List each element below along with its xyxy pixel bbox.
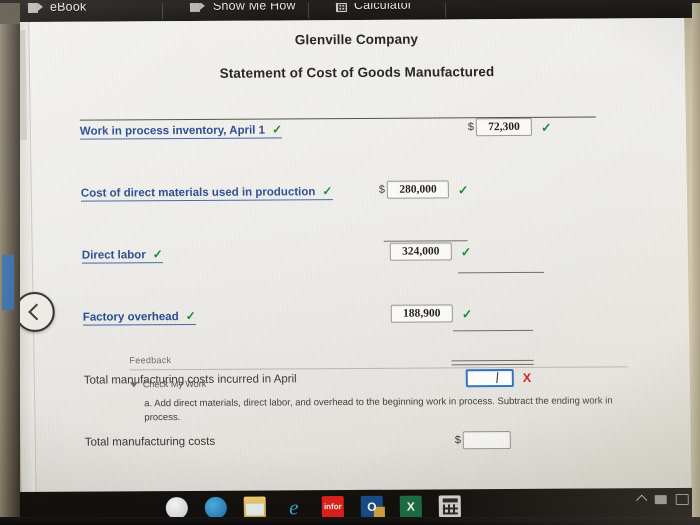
system-tray — [636, 493, 700, 506]
row-label-static: Total manufacturing costs — [84, 435, 216, 449]
row-label-text: Work in process inventory, April 1 — [79, 124, 266, 138]
screen-surface: eBook Show Me How Calculator Glenville C… — [0, 0, 700, 525]
cortana-icon[interactable] — [165, 496, 188, 520]
bezel-corner — [0, 0, 20, 24]
tab-ebook[interactable]: eBook — [14, 0, 101, 22]
table-row: Cost of direct materials used in product… — [57, 178, 618, 212]
internet-explorer-icon[interactable]: e — [283, 495, 305, 519]
table-row: Factory overhead ✓ 188,900 ✓ — [59, 302, 620, 336]
value-cell: $ 72,300 ✓ — [467, 117, 552, 137]
amount-input[interactable]: 324,000 — [389, 242, 452, 261]
value-cell: $ 280,000 ✓ — [379, 180, 469, 199]
row-label-text: Factory overhead — [82, 311, 179, 324]
amount-input[interactable]: 188,900 — [390, 304, 453, 323]
check-my-work-toggle[interactable]: Check My Work — [129, 376, 630, 390]
value-cell: 188,900 ✓ — [389, 304, 473, 323]
assignment-page: Glenville Company Statement of Cost of G… — [14, 17, 692, 493]
statement-title: Statement of Cost of Goods Manufactured — [219, 64, 495, 81]
table-row: Total manufacturing costs $ — [61, 429, 622, 463]
row-label-link[interactable]: Cost of direct materials used in product… — [80, 184, 333, 202]
feedback-title: Feedback — [129, 355, 172, 366]
status-badge-correct: ✓ — [460, 244, 472, 259]
feedback-hint-text: a. Add direct materials, direct labor, a… — [144, 395, 613, 424]
currency-symbol: $ — [378, 183, 386, 196]
edge-icon[interactable] — [204, 496, 227, 519]
previous-button[interactable] — [14, 291, 56, 333]
value-cell: 324,000 ✓ — [388, 242, 472, 261]
table-row: Work in process inventory, April 1 ✓ $ 72… — [56, 116, 617, 150]
cogm-statement-table: Work in process inventory, April 1 ✓ $ 72… — [56, 116, 620, 493]
label-check-icon: ✓ — [152, 247, 163, 262]
row-label-text: Cost of direct materials used in product… — [80, 186, 316, 200]
label-check-icon: ✓ — [185, 308, 196, 324]
monitor-top-bezel — [0, 0, 700, 3]
currency-symbol: $ — [467, 121, 475, 134]
label-check-icon: ✓ — [322, 184, 333, 199]
monitor-photo: eBook Show Me How Calculator Glenville C… — [0, 0, 700, 525]
row-label-link[interactable]: Factory overhead ✓ — [82, 308, 196, 326]
taskbar-icon-group: e infor — [165, 495, 461, 520]
excel-icon[interactable] — [399, 495, 422, 518]
currency-symbol: $ — [454, 434, 462, 447]
file-explorer-icon[interactable] — [243, 496, 266, 519]
tab-calculator[interactable]: Calculator — [322, 0, 427, 20]
subtotal-rule — [458, 271, 545, 274]
chevron-left-icon — [28, 303, 46, 321]
table-row: Direct labor ✓ 324,000 ✓ — [58, 240, 619, 274]
monitor-bottom-bezel — [0, 517, 700, 525]
infor-icon[interactable]: infor — [321, 496, 344, 519]
tab-show-me-how[interactable]: Show Me How — [176, 0, 310, 21]
row-label-link[interactable]: Direct labor ✓ — [81, 247, 163, 264]
amount-input[interactable] — [462, 431, 512, 450]
display-icon[interactable] — [675, 493, 689, 506]
feedback-section: Feedback Check My Work a. Add direct mat… — [129, 352, 630, 425]
bezel-reflection — [2, 255, 14, 310]
chevron-down-icon — [129, 381, 138, 387]
status-badge-correct: ✓ — [540, 120, 552, 135]
status-badge-correct: ✓ — [457, 182, 469, 197]
company-name: Glenville Company — [294, 31, 419, 48]
monitor-left-bezel — [0, 0, 20, 525]
calculator-icon[interactable] — [438, 495, 461, 518]
show-hidden-icons-icon[interactable] — [636, 494, 648, 506]
amount-input[interactable]: 280,000 — [386, 180, 450, 199]
amount-input[interactable]: 72,300 — [475, 117, 533, 137]
check-my-work-label: Check My Work — [142, 378, 207, 390]
row-label-text: Direct labor — [81, 249, 146, 262]
value-cell: $ — [454, 431, 512, 450]
monitor-right-bezel — [692, 0, 700, 525]
page-content: Glenville Company Statement of Cost of G… — [28, 18, 691, 493]
feedback-divider — [129, 366, 628, 371]
network-icon[interactable] — [654, 495, 667, 505]
row-label-link[interactable]: Work in process inventory, April 1 ✓ — [79, 122, 283, 140]
outlook-icon[interactable] — [360, 495, 383, 518]
label-check-icon: ✓ — [271, 122, 283, 137]
status-badge-correct: ✓ — [461, 306, 473, 321]
